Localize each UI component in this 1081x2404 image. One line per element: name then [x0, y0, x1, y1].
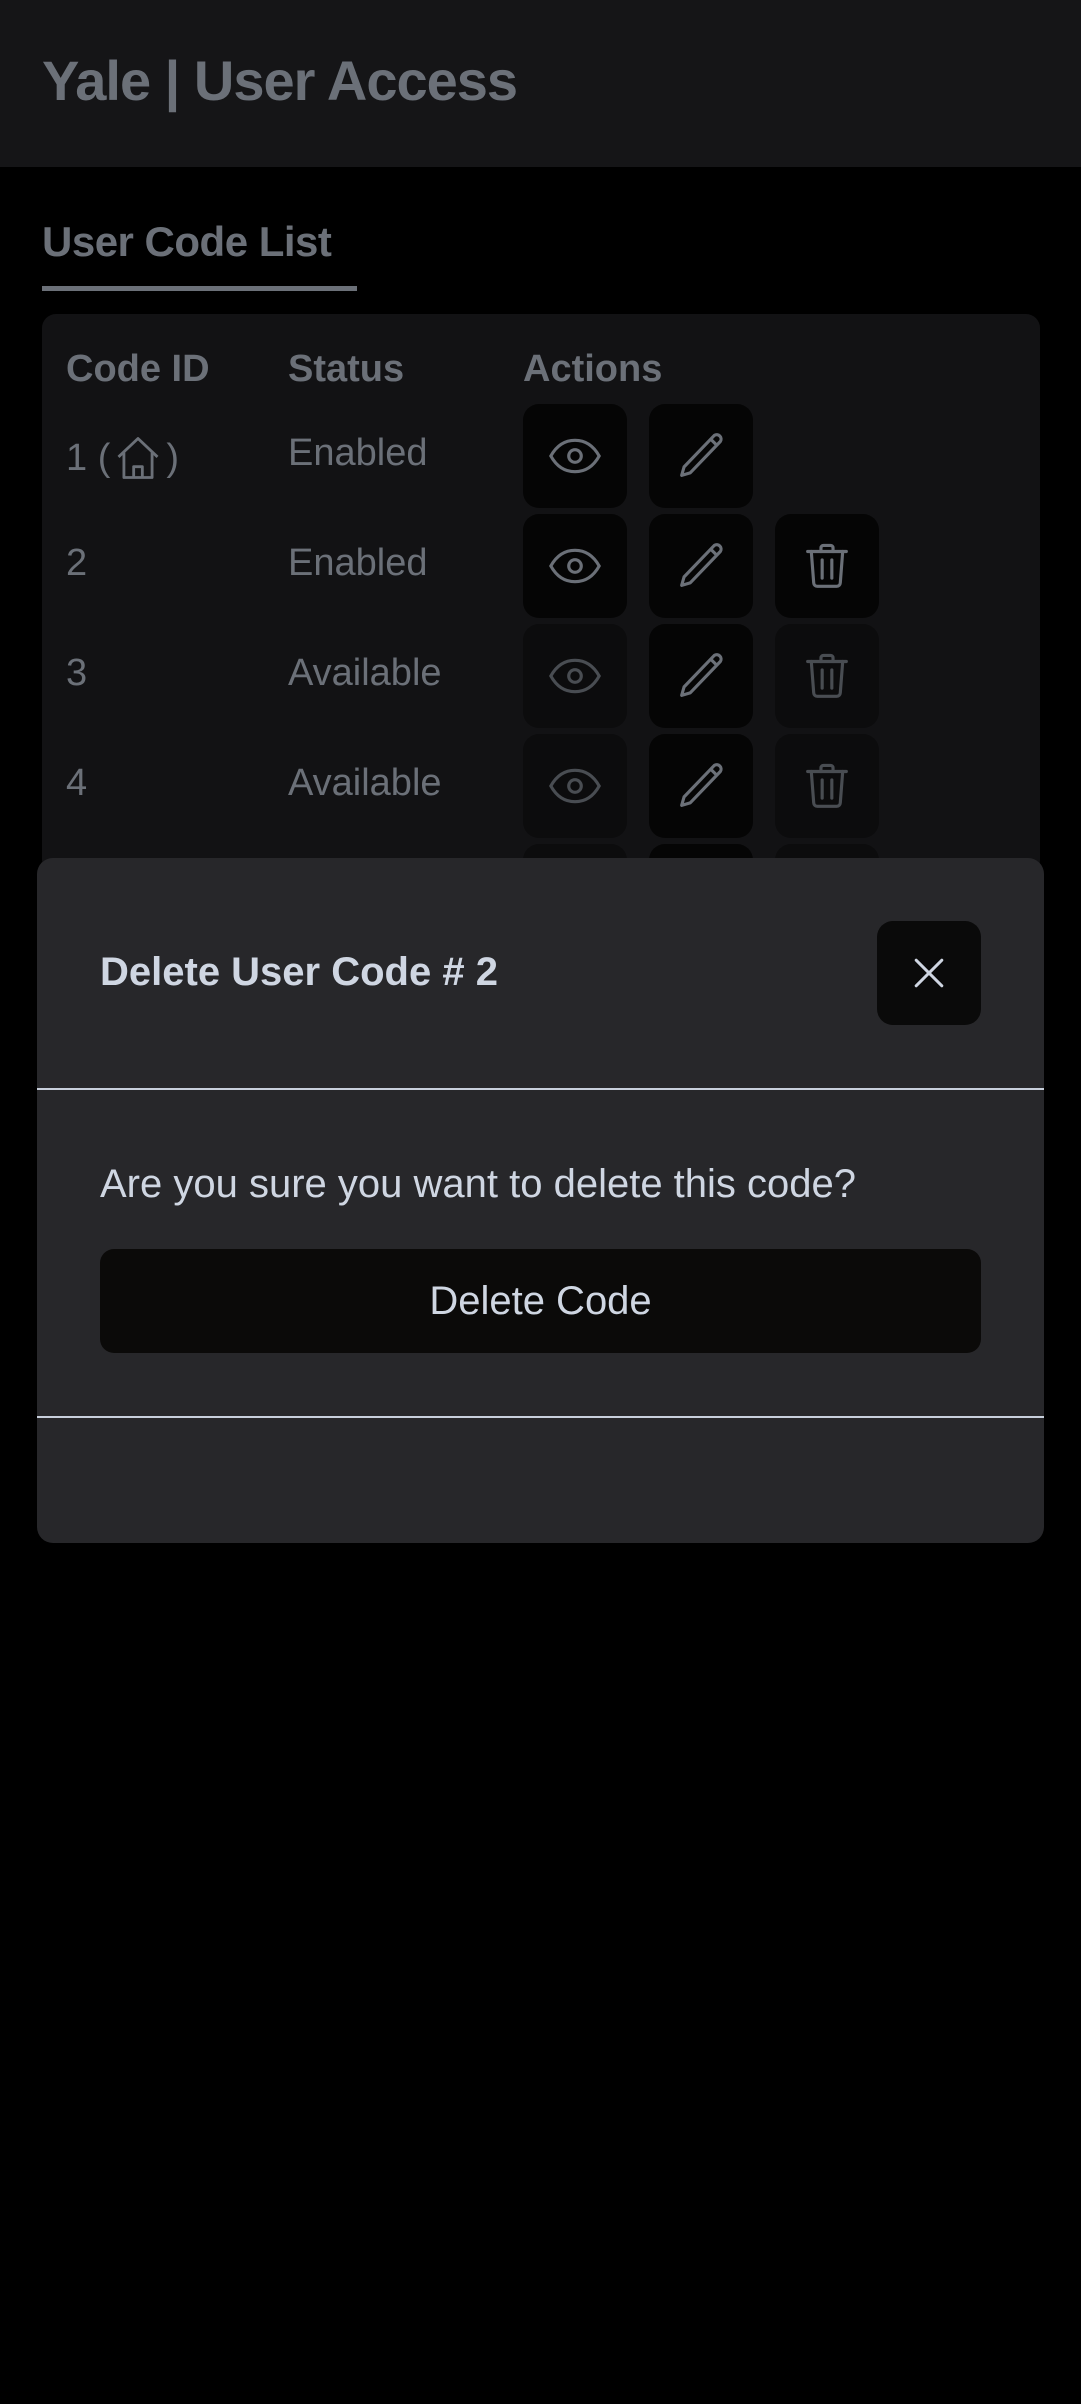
code-id-cell: 2	[66, 542, 87, 585]
table-row: 4 Available	[42, 734, 1040, 838]
delete-code-modal: Delete User Code # 2 Are you sure you wa…	[37, 858, 1044, 1543]
edit-button[interactable]	[649, 404, 753, 508]
code-id: 1	[66, 436, 88, 479]
edit-button[interactable]	[649, 514, 753, 618]
code-id: 4	[66, 762, 88, 804]
pencil-icon	[680, 543, 723, 587]
trash-icon	[806, 653, 848, 698]
home-icon	[117, 437, 159, 479]
column-header-code-id: Code ID	[66, 348, 210, 390]
code-id-cell: 1 ()	[66, 432, 179, 484]
code-id-cell: 4	[66, 762, 87, 805]
trash-icon	[806, 543, 848, 588]
pencil-icon	[680, 433, 723, 477]
edit-button[interactable]	[649, 624, 753, 728]
table-row: 3 Available	[42, 624, 1040, 728]
eye-icon	[549, 658, 601, 694]
modal-header-divider	[37, 1088, 1044, 1090]
delete-button[interactable]	[775, 514, 879, 618]
pencil-icon	[680, 763, 723, 807]
delete-button[interactable]	[775, 624, 879, 728]
delete-button[interactable]	[775, 734, 879, 838]
status-cell: Available	[288, 652, 442, 694]
pencil-icon	[680, 653, 723, 697]
close-icon	[914, 958, 944, 988]
column-header-status: Status	[288, 348, 405, 390]
view-button[interactable]	[523, 734, 627, 838]
status-cell: Enabled	[288, 542, 428, 584]
table-row: 1 () Enabled	[42, 404, 1040, 508]
view-button[interactable]	[523, 514, 627, 618]
status-cell: Enabled	[288, 432, 428, 474]
paren: (	[87, 436, 111, 479]
modal-message: Are you sure you want to delete this cod…	[100, 1162, 857, 1206]
edit-button[interactable]	[649, 734, 753, 838]
view-button[interactable]	[523, 624, 627, 728]
eye-icon	[549, 548, 601, 584]
eye-icon	[549, 768, 601, 804]
view-button[interactable]	[523, 404, 627, 508]
section-title-underline	[42, 286, 357, 291]
code-id: 3	[66, 652, 88, 694]
status-cell: Available	[288, 762, 442, 804]
modal-footer-divider	[37, 1416, 1044, 1418]
trash-icon	[806, 763, 848, 808]
code-id: 2	[66, 542, 88, 584]
eye-icon	[549, 438, 601, 474]
user-code-table: Code ID Status Actions 1 () Enabled 2 Enabl…	[42, 314, 1040, 874]
table-row: 2 Enabled	[42, 514, 1040, 618]
column-header-actions: Actions	[523, 348, 663, 390]
paren: )	[166, 436, 180, 479]
app-title: Yale | User Access	[42, 49, 518, 112]
delete-code-button[interactable]: Delete Code	[100, 1249, 981, 1353]
code-id-cell: 3	[66, 652, 87, 695]
section-title: User Code List	[42, 218, 332, 265]
modal-title: Delete User Code # 2	[100, 950, 498, 994]
modal-close-button[interactable]	[877, 921, 981, 1025]
app-header: Yale | User Access	[0, 0, 1081, 167]
